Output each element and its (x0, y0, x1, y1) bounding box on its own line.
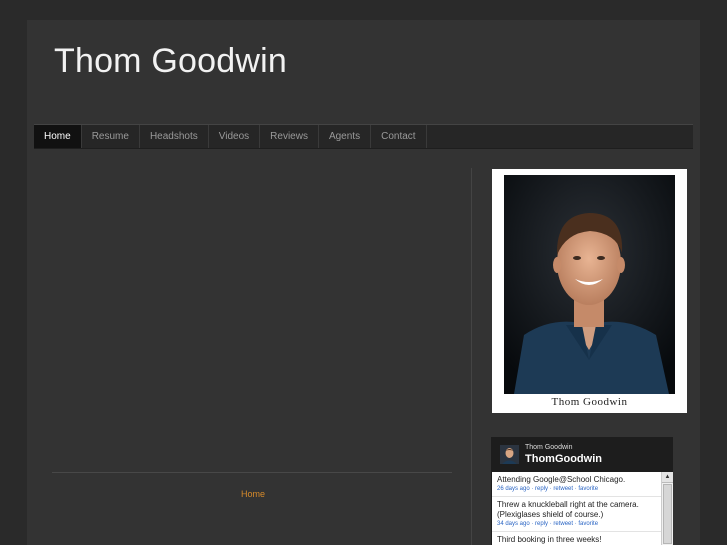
twitter-handle[interactable]: ThomGoodwin (525, 453, 602, 465)
nav-item-contact[interactable]: Contact (371, 125, 427, 148)
headshot-caption: Thom Goodwin (551, 396, 628, 408)
tweet: Threw a knuckleball right at the camera.… (492, 497, 661, 532)
page-container: Thom Goodwin Home Resume Headshots Video… (27, 20, 700, 545)
avatar-icon (500, 445, 519, 464)
tweet-text: Third booking in three weeks! (497, 535, 602, 544)
footer-home-link[interactable]: Home (241, 489, 265, 499)
site-title: Thom Goodwin (54, 42, 287, 80)
nav-item-videos[interactable]: Videos (209, 125, 261, 148)
tweet-text: Threw a knuckleball right at the camera.… (497, 500, 639, 519)
tweet-meta[interactable]: 34 days ago · reply · retweet · favorite (497, 521, 656, 527)
tweet-text: Attending Google@School Chicago. (497, 475, 626, 484)
headshot-image (504, 175, 675, 394)
nav-item-reviews[interactable]: Reviews (260, 125, 319, 148)
headshot-frame[interactable]: Thom Goodwin (492, 169, 687, 413)
twitter-feed: Attending Google@School Chicago. 26 days… (492, 472, 661, 545)
tweet: Attending Google@School Chicago. 26 days… (492, 472, 661, 497)
sidebar-divider (471, 168, 472, 545)
nav-item-headshots[interactable]: Headshots (140, 125, 209, 148)
tweet-meta[interactable]: 26 days ago · reply · retweet · favorite (497, 486, 656, 492)
scroll-thumb[interactable] (663, 484, 672, 544)
twitter-avatar[interactable] (500, 445, 519, 464)
main-content-area (47, 170, 467, 480)
main-nav: Home Resume Headshots Videos Reviews Age… (34, 124, 693, 149)
tweet: Third booking in three weeks! (492, 532, 661, 545)
twitter-header: Thom Goodwin ThomGoodwin (491, 437, 673, 471)
content-divider (52, 472, 452, 473)
twitter-widget: Thom Goodwin ThomGoodwin Attending Googl… (491, 437, 673, 545)
nav-item-home[interactable]: Home (34, 125, 82, 148)
scroll-up-arrow-icon[interactable]: ▲ (662, 472, 673, 483)
headshot-photo (504, 175, 675, 394)
nav-item-resume[interactable]: Resume (82, 125, 140, 148)
twitter-scrollbar[interactable]: ▲ (661, 472, 673, 545)
nav-item-agents[interactable]: Agents (319, 125, 372, 148)
twitter-display-name: Thom Goodwin (525, 444, 573, 451)
